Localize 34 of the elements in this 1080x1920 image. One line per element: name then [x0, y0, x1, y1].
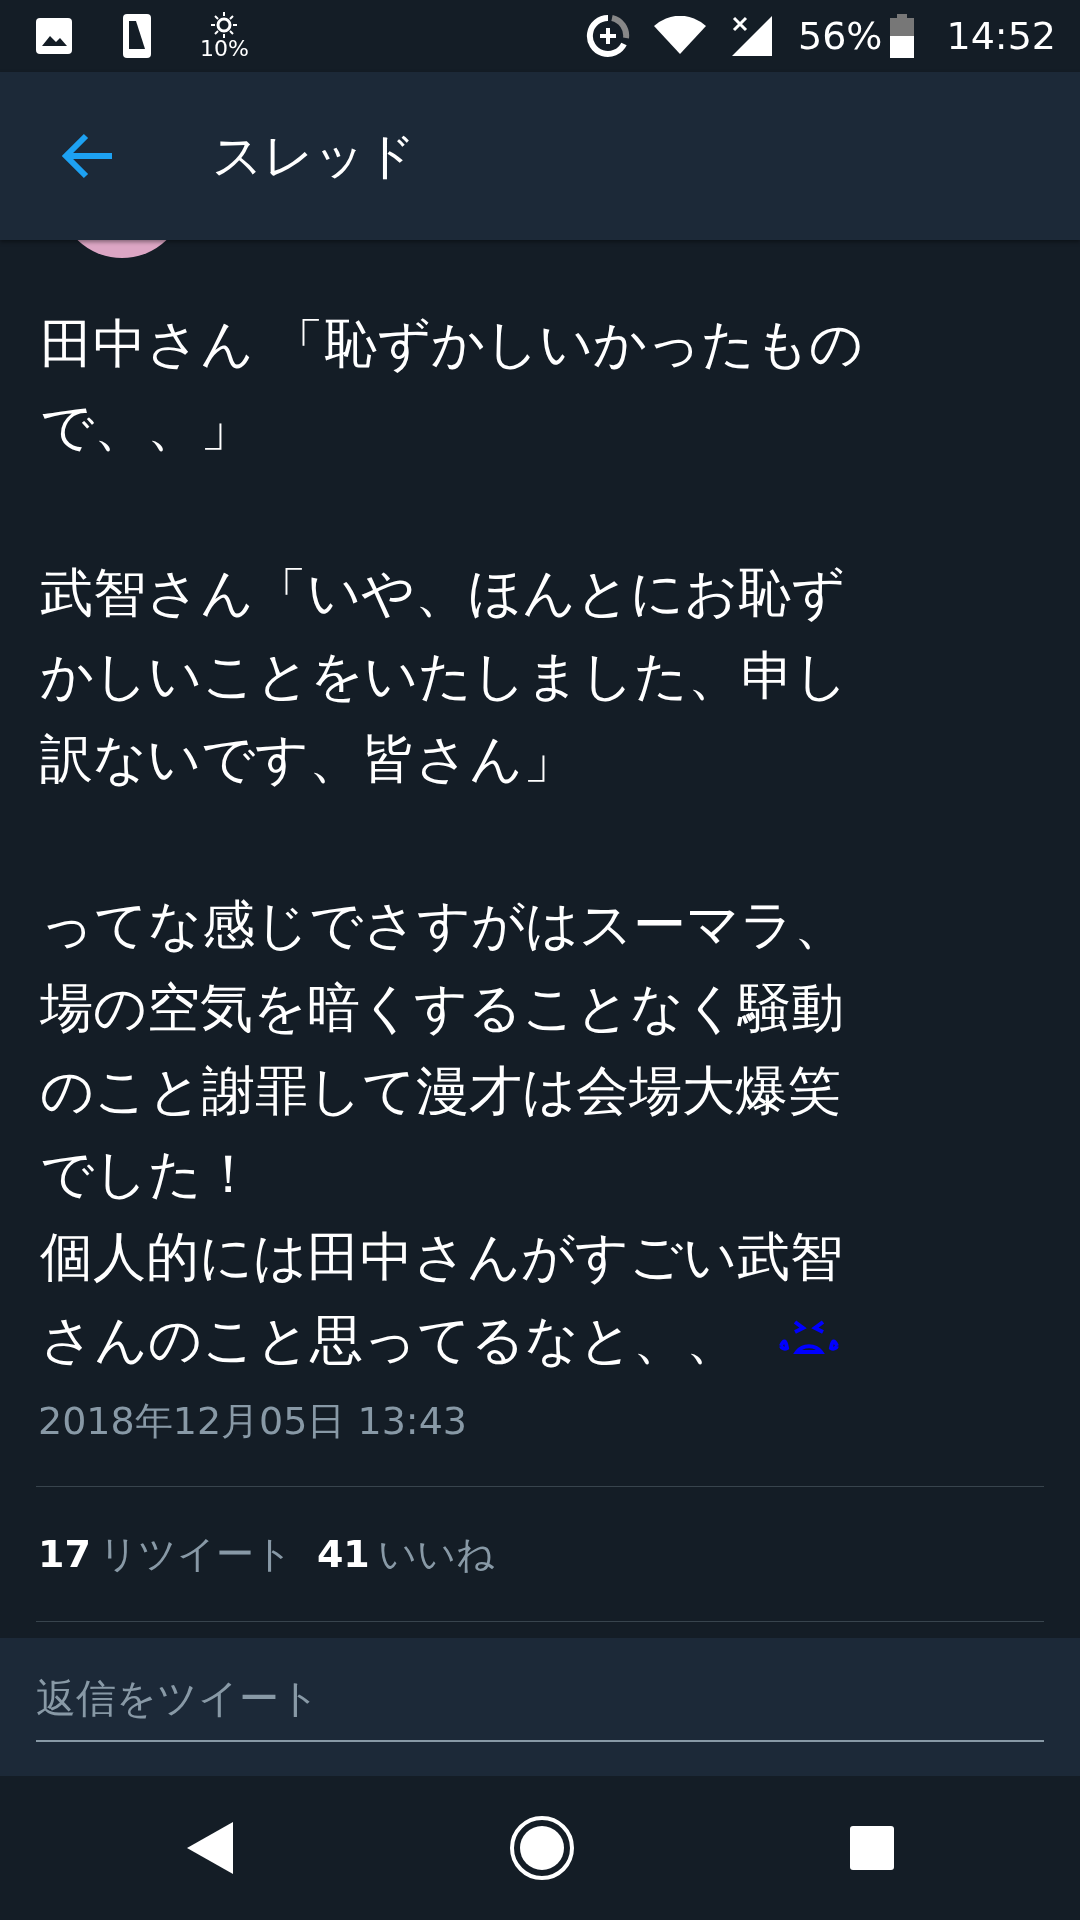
tweet-text: のこと謝罪して漫才は会場大爆笑 — [40, 1059, 841, 1123]
data-saver-icon — [586, 14, 630, 58]
stat-label: いいね — [377, 1530, 495, 1578]
timestamp: 2018年12月05日 13:43 — [38, 1398, 468, 1445]
tweet-text: で、、」 — [40, 395, 253, 459]
tweet-text: かしいことをいたしました、申し — [40, 644, 848, 708]
clock: 14:52 — [946, 12, 1056, 60]
page-title: スレッド — [212, 126, 416, 186]
stat-label: リツイート — [98, 1530, 293, 1578]
circle-icon — [509, 1815, 575, 1881]
tweet-text: 訳ないです、皆さん」 — [40, 727, 576, 791]
back-nav-button[interactable] — [185, 1820, 235, 1876]
tweet-text: さんのこと思ってるなと、、 — [40, 1308, 739, 1372]
tweet-text: ってな感じでさすがはスーマラ、 — [40, 893, 847, 957]
battery-icon — [890, 14, 915, 58]
stat-count: 41 — [316, 1530, 370, 1578]
signal-icon — [730, 14, 774, 58]
wifi-icon — [654, 16, 706, 56]
brightness-icon — [211, 12, 238, 38]
triangle-icon — [185, 1820, 235, 1876]
tweet-text: でした！ — [40, 1142, 255, 1206]
brightness-level: 10% — [200, 38, 249, 60]
phone-icon — [122, 13, 152, 59]
battery-percentage: 56% — [798, 12, 883, 60]
home-nav-button[interactable] — [509, 1815, 575, 1881]
stat-count: 17 — [38, 1530, 91, 1578]
reply-field[interactable]: 返信をツイート — [0, 1638, 1080, 1776]
square-icon — [849, 1825, 895, 1871]
tweet-text: 武智さん「いや、ほんとにお恥ず — [40, 561, 845, 625]
tweet-text: 田中さん 「恥ずかしいかったもの — [40, 312, 863, 376]
tweet-text: 場の空気を暗くすることなく騒動 — [40, 976, 844, 1040]
image-icon — [34, 16, 74, 56]
tweet-text: 個人的には田中さんがすごい武智 — [40, 1225, 843, 1289]
recents-nav-button[interactable] — [849, 1825, 895, 1871]
